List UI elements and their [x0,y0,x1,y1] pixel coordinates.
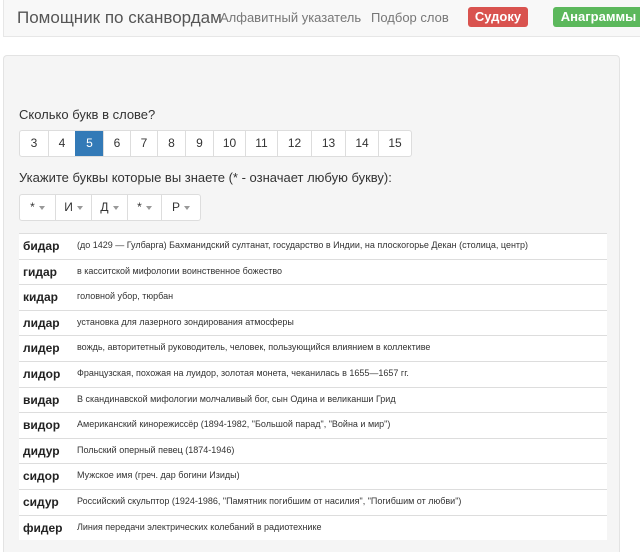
letter-value: * [30,200,35,214]
brand-link[interactable]: Помощник по сканвордам [17,8,222,28]
result-definition: Французская, похожая на луидор, золотая … [77,367,409,378]
navbar: Помощник по сканвордам Алфавитный указат… [3,0,640,37]
letters-selector: * И Д * Р [19,194,201,221]
results-table: бидар (до 1429 — Гулбарга) Бахманидский с… [19,233,607,541]
result-definition: Линия передачи электрических колебаний в… [77,521,322,532]
result-definition: Польский оперный певец (1874-1946) [77,444,235,455]
result-definition: Мужское имя (греч. дар богини Изиды) [77,470,240,481]
length-option[interactable]: 3 [20,131,48,156]
letter-select[interactable]: Д [91,195,127,220]
result-row: гидар в касситской мифологии воинственное… [19,258,607,285]
result-row: сидор Мужское имя (греч. дар богини Изиды… [19,463,607,489]
anagrams-button[interactable]: Анаграммы [553,7,640,27]
result-row: бидар (до 1429 — Гулбарга) Бахманидский с… [19,233,607,259]
length-label: Сколько букв в слове? [19,107,156,122]
result-definition: (до 1429 — Гулбарга) Бахманидский султан… [77,240,529,250]
result-word[interactable]: лидер [23,341,60,355]
sudoku-button[interactable]: Судоку [468,7,528,27]
caret-down-icon [38,205,45,210]
letter-select[interactable]: Р [161,195,200,220]
result-definition: в касситской мифологии воинственное боже… [77,265,283,276]
result-definition: В скандинавской мифологии молчаливый бог… [77,393,396,404]
length-option[interactable]: 14 [345,131,378,156]
result-row: лидар установка для лазерного зондировани… [19,309,607,336]
length-pagination: 3 4 5 6 7 8 9 10 11 12 13 14 15 [19,130,412,157]
caret-down-icon [112,205,119,210]
nav-link-alphabet-index[interactable]: Алфавитный указатель [220,10,361,25]
result-word[interactable]: сидор [23,469,59,483]
length-option[interactable]: 10 [213,131,245,156]
result-row: кидар головной убор, тюрбан [19,284,607,310]
length-option[interactable]: 12 [277,131,311,156]
caret-down-icon [76,205,83,210]
length-option[interactable]: 15 [378,131,411,156]
result-definition: вождь, авторитетный руководитель, челове… [77,342,431,353]
letter-value: И [64,200,73,214]
result-word[interactable]: лидар [23,316,60,330]
result-row: видор Американский кинорежиссёр (1894-198… [19,412,607,438]
letter-value: Р [171,200,180,214]
length-option[interactable]: 8 [157,131,185,156]
result-word[interactable]: дидур [23,444,60,458]
result-definition: Американский кинорежиссёр (1894-1982, "Б… [77,419,391,430]
result-row: лидор Французская, похожая на луидор, зол… [19,360,607,387]
letter-value: Д [100,200,109,214]
result-word[interactable]: гидар [23,265,57,279]
result-definition: Российский скульптор (1924-1986, "Памятн… [77,495,462,506]
length-option[interactable]: 4 [48,131,75,156]
length-option[interactable]: 5 [75,131,103,156]
letter-select[interactable]: И [55,195,91,220]
result-row: дидур Польский оперный певец (1874-1946) [19,437,607,464]
caret-down-icon [145,205,152,210]
result-word[interactable]: кидар [23,290,58,304]
result-row: сидур Российский скульптор (1924-1986, "П… [19,488,607,515]
length-option[interactable]: 13 [311,131,345,156]
result-definition: установка для лазерного зондирования атм… [77,316,294,327]
letter-select[interactable]: * [20,195,55,220]
result-definition: головной убор, тюрбан [77,291,174,302]
length-option[interactable]: 7 [130,131,157,156]
result-word[interactable]: видар [23,393,59,407]
result-word[interactable]: сидур [23,495,59,509]
length-option[interactable]: 11 [245,131,277,156]
result-row: видар В скандинавской мифологии молчаливы… [19,386,607,413]
result-word[interactable]: фидер [23,521,63,535]
nav-link-word-search[interactable]: Подбор слов [371,10,449,25]
length-option[interactable]: 9 [185,131,213,156]
result-word[interactable]: видор [23,418,60,432]
result-row: фидер Линия передачи электрических колеба… [19,514,607,541]
length-option[interactable]: 6 [103,131,130,156]
letters-label: Укажите буквы которые вы знаете (* - озн… [19,170,392,185]
result-row: лидер вождь, авторитетный руководитель, ч… [19,335,607,361]
letter-value: * [137,200,142,214]
caret-down-icon [184,205,190,210]
letter-select[interactable]: * [127,195,161,220]
result-word[interactable]: бидар [23,239,59,253]
result-word[interactable]: лидор [23,367,60,381]
